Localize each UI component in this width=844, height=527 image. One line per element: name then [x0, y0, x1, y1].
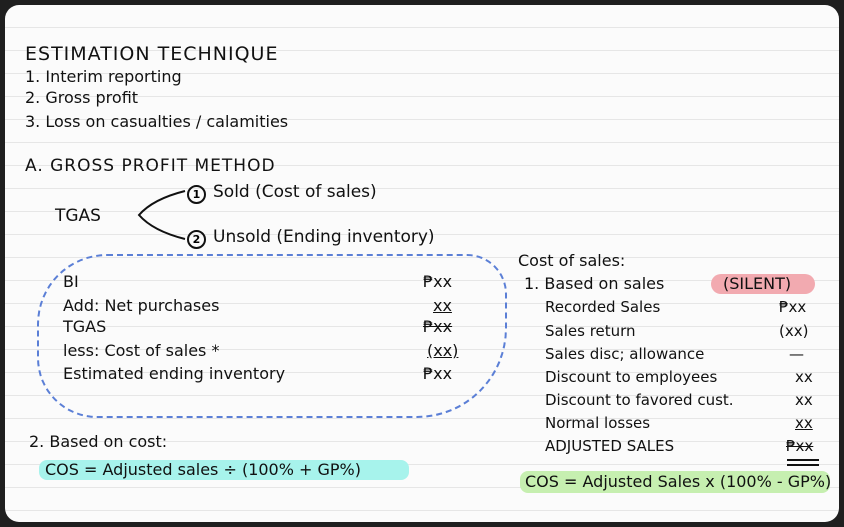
box-value-tgas: ₱xx: [423, 317, 453, 336]
box-value-add: xx: [433, 296, 452, 315]
box-label-bi: BI: [63, 272, 79, 291]
brace-icon: [137, 190, 186, 240]
box-value-less: (xx): [427, 341, 459, 360]
adj-row-value: ₱xx: [779, 298, 807, 316]
adj-row-label: ADJUSTED SALES: [545, 437, 675, 455]
right-heading: Cost of sales:: [518, 251, 626, 270]
adj-row-value: xx: [795, 391, 813, 409]
based-on-sales: 1. Based on sales: [524, 274, 665, 293]
adj-row-value: xx: [795, 368, 813, 386]
list-item: 1. Interim reporting: [25, 67, 182, 86]
branch-sold: Sold (Cost of sales): [213, 182, 377, 202]
adj-row-value: —: [789, 345, 804, 363]
based-on-cost: 2. Based on cost:: [29, 432, 168, 451]
notebook-page: ESTIMATION TECHNIQUE 1. Interim reportin…: [5, 5, 839, 522]
box-label-est: Estimated ending inventory: [63, 364, 286, 383]
cos-formula-sales: COS = Adjusted Sales x (100% - GP%): [525, 472, 832, 491]
adj-row-value: xx: [795, 414, 813, 432]
box-label-less: less: Cost of sales *: [63, 341, 220, 360]
box-label-add: Add: Net purchases: [63, 296, 220, 315]
adj-row-value: ₱xx: [786, 437, 814, 455]
page-title: ESTIMATION TECHNIQUE: [25, 43, 279, 65]
circle-number-two: 2: [187, 230, 206, 249]
tgas-label: TGAS: [55, 206, 101, 226]
branch-unsold: Unsold (Ending inventory): [213, 227, 435, 247]
list-item: 3. Loss on casualties / calamities: [25, 112, 289, 131]
adj-row-label: Normal losses: [545, 414, 651, 432]
adj-row-value: (xx): [779, 322, 809, 340]
adj-row-label: Discount to employees: [545, 368, 718, 386]
adj-row-label: Sales return: [545, 322, 636, 340]
box-value-est: ₱xx: [423, 364, 453, 383]
adj-row-label: Sales disc; allowance: [545, 345, 705, 363]
box-label-tgas: TGAS: [63, 317, 107, 336]
double-underline-icon: [787, 459, 819, 466]
section-heading: A. GROSS PROFIT METHOD: [25, 156, 276, 176]
cos-formula-cost: COS = Adjusted sales ÷ (100% + GP%): [45, 460, 361, 479]
circle-number-one: 1: [187, 185, 206, 204]
list-item: 2. Gross profit: [25, 88, 139, 107]
adj-row-label: Recorded Sales: [545, 298, 661, 316]
silent-label: (SILENT): [723, 274, 792, 293]
box-value-bi: ₱xx: [423, 272, 453, 291]
adj-row-label: Discount to favored cust.: [545, 391, 734, 409]
